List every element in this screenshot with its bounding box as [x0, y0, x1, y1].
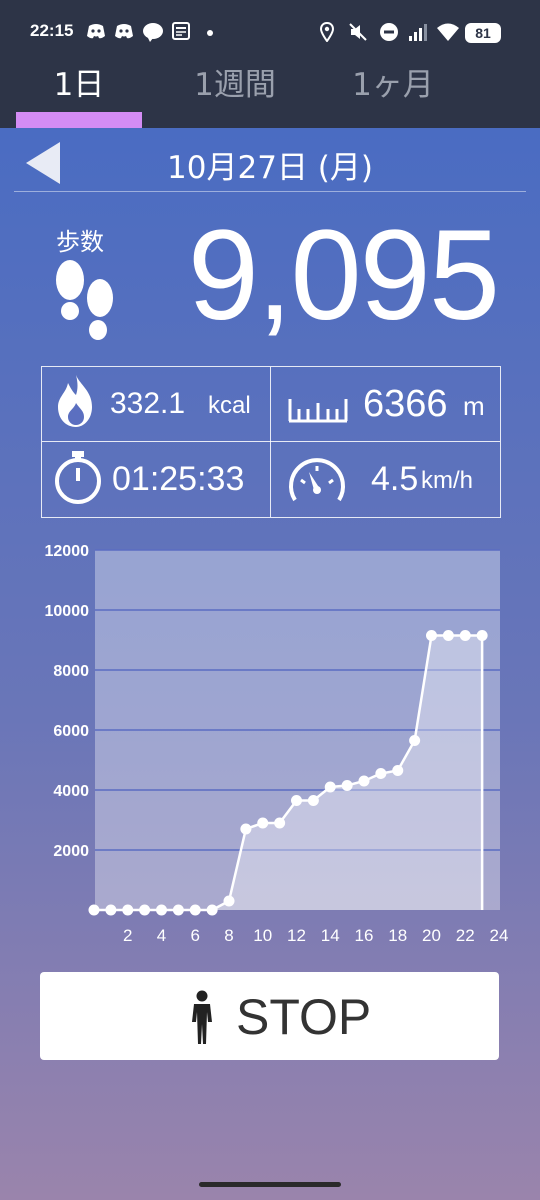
stopwatch-icon: [55, 451, 101, 504]
footprint-icon: [56, 260, 113, 340]
y-tick-label: 4000: [53, 783, 89, 800]
y-tick-label: 12000: [45, 543, 90, 560]
data-point: [291, 795, 302, 806]
location-icon: [320, 22, 334, 42]
stop-button[interactable]: STOP: [40, 972, 499, 1060]
step-count: 9,095: [187, 204, 500, 347]
data-point: [240, 823, 252, 835]
steps-chart: 200040006000800010000120002 4 6 8 10 12 14 16 18…: [45, 543, 509, 945]
y-tick-label: 2000: [53, 843, 89, 860]
distance-unit: m: [463, 391, 485, 421]
x-tick-label: 18: [388, 926, 407, 945]
speed-unit: km/h: [421, 467, 474, 494]
line-icon: [143, 23, 163, 42]
calories-unit: kcal: [208, 392, 251, 419]
discord-icon: [115, 24, 133, 39]
date-divider: [14, 191, 526, 192]
status-time: 22:15: [30, 21, 74, 40]
stop-button-label: STOP: [236, 989, 372, 1045]
battery-indicator: 81: [465, 23, 501, 43]
calories-value: 332.1: [110, 387, 186, 420]
data-point: [324, 781, 336, 793]
data-point: [358, 775, 370, 787]
data-point: [409, 735, 421, 746]
data-point: [88, 904, 100, 916]
data-point: [392, 765, 404, 776]
flame-icon: [58, 375, 92, 427]
x-tick-label: 6: [191, 926, 200, 945]
signal-icon: [409, 24, 427, 41]
data-point: [206, 904, 218, 916]
x-tick-label: 8: [224, 926, 233, 945]
data-point: [122, 904, 134, 916]
home-indicator[interactable]: [199, 1182, 341, 1187]
x-tick-label: 12: [287, 926, 306, 945]
tab-week[interactable]: 1週間: [170, 68, 300, 126]
date-label: 10月27日 (月): [167, 150, 373, 186]
x-tick-label: 22: [456, 926, 475, 945]
y-tick-label: 6000: [53, 723, 89, 740]
speed-cell: 4.5 km/h: [271, 442, 499, 516]
duration-cell: 01:25:33: [42, 442, 270, 516]
data-point: [156, 904, 167, 916]
x-tick-label: 16: [355, 926, 374, 945]
data-point: [442, 630, 454, 641]
dot-icon: [207, 30, 213, 36]
data-point: [341, 780, 353, 791]
stats-grid: 332.1 kcal 6366 m 01:25:33 4.5 km/h: [41, 366, 501, 518]
calories-cell: 332.1 kcal: [42, 367, 270, 441]
x-tick-label: 24: [490, 926, 509, 945]
data-point: [476, 630, 488, 641]
tab-month[interactable]: 1ヶ月: [330, 68, 456, 126]
steps-label: 歩数: [56, 228, 104, 256]
date-navigation: 10月27日 (月): [0, 128, 540, 192]
data-point: [459, 630, 471, 641]
x-tick-label: 10: [253, 926, 272, 945]
data-point: [307, 795, 319, 806]
data-point: [139, 904, 151, 916]
data-point: [375, 768, 387, 779]
data-point: [105, 904, 117, 916]
status-bar: 22:15 81: [0, 0, 540, 66]
person-icon: [192, 990, 212, 1044]
y-tick-label: 8000: [53, 663, 89, 680]
dnd-icon: [380, 23, 398, 41]
data-point: [257, 817, 269, 829]
mute-icon: [349, 23, 367, 41]
speedometer-icon: [289, 458, 345, 502]
x-tick-label: 4: [157, 926, 166, 945]
ruler-icon: [288, 399, 348, 423]
active-tab-indicator: [16, 112, 142, 128]
discord-icon: [87, 24, 105, 39]
x-tick-label: 14: [321, 926, 340, 945]
y-tick-label: 10000: [45, 603, 90, 620]
duration-value: 01:25:33: [112, 460, 245, 498]
main-panel: 10月27日 (月) 歩数 9,095 332.1 kcal 6366 m 01…: [0, 128, 540, 1200]
data-point: [189, 904, 201, 916]
x-tick-label: 2: [123, 926, 132, 945]
distance-value: 6366: [363, 383, 448, 425]
data-point: [172, 904, 184, 916]
data-point: [274, 817, 286, 829]
news-icon: [172, 22, 190, 40]
speed-value: 4.5: [371, 460, 419, 498]
wifi-icon: [437, 23, 459, 41]
distance-cell: 6366 m: [271, 367, 499, 441]
data-point: [223, 895, 235, 907]
data-point: [426, 630, 437, 641]
x-tick-label: 20: [422, 926, 441, 945]
